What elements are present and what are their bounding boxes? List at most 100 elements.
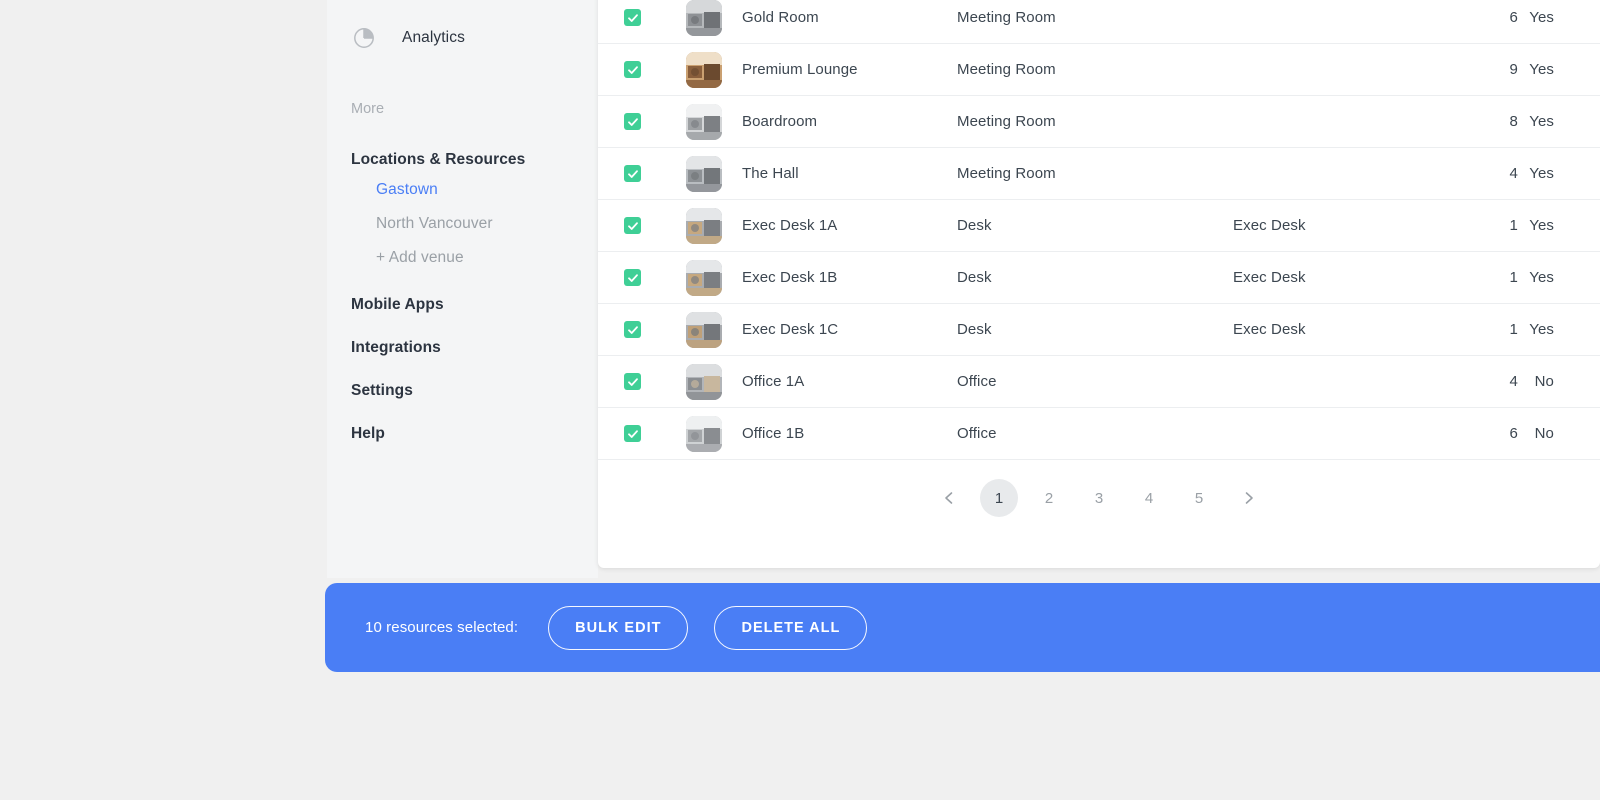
resource-bookable: Yes xyxy=(1529,61,1554,78)
row-checkbox-cell[interactable] xyxy=(598,425,686,442)
sidebar-item-settings[interactable]: Settings xyxy=(327,378,598,404)
resource-name: Exec Desk 1B xyxy=(742,269,838,286)
table-row[interactable]: Premium Lounge Meeting Room 9 Yes xyxy=(598,44,1600,96)
table-row[interactable]: Gold Room Meeting Room 6 Yes xyxy=(598,0,1600,44)
row-checkbox[interactable] xyxy=(624,61,641,78)
row-thumbnail-cell xyxy=(686,0,742,36)
resource-thumbnail xyxy=(686,415,722,452)
resource-thumbnail xyxy=(686,103,722,140)
resource-capacity: 9 xyxy=(1509,61,1518,78)
resource-capacity: 4 xyxy=(1509,373,1518,390)
resource-bookable: Yes xyxy=(1529,321,1554,338)
row-checkbox-cell[interactable] xyxy=(598,373,686,390)
row-checkbox[interactable] xyxy=(624,165,641,182)
sidebar-item-invoices[interactable]: Invoices xyxy=(327,0,598,12)
resource-thumbnail xyxy=(686,155,722,192)
resource-name: Exec Desk 1C xyxy=(742,321,839,338)
sidebar-item-gastown[interactable]: Gastown xyxy=(327,173,598,207)
sidebar-group-locations-resources: Locations & Resources xyxy=(351,151,526,168)
resources-card: Oceanview RoomMeeting Room8YesGold RoomM… xyxy=(598,0,1600,568)
chevron-left-icon[interactable] xyxy=(930,479,968,517)
row-thumbnail-cell xyxy=(686,415,742,452)
row-checkbox[interactable] xyxy=(624,9,641,26)
resource-thumbnail xyxy=(686,51,722,88)
row-checkbox[interactable] xyxy=(624,425,641,442)
resource-bookable: No xyxy=(1534,373,1554,390)
resources-table: Oceanview RoomMeeting Room8YesGold RoomM… xyxy=(598,0,1600,460)
row-thumbnail-cell xyxy=(686,51,742,88)
selected-count-label: 10 resources selected: xyxy=(365,619,519,636)
pie-chart-icon xyxy=(351,25,377,51)
chevron-right-icon[interactable] xyxy=(1230,479,1268,517)
resource-name: Gold Room xyxy=(742,9,819,26)
resource-bookable: Yes xyxy=(1529,269,1554,286)
resource-type: Meeting Room xyxy=(957,165,1056,182)
sidebar-item-help[interactable]: Help xyxy=(327,421,598,447)
row-checkbox-cell[interactable] xyxy=(598,269,686,286)
resource-type: Meeting Room xyxy=(957,9,1056,26)
resource-name: Boardroom xyxy=(742,113,818,130)
row-thumbnail-cell xyxy=(686,207,742,244)
row-checkbox[interactable] xyxy=(624,269,641,286)
row-thumbnail-cell xyxy=(686,311,742,348)
table-row[interactable]: Boardroom Meeting Room 8 Yes xyxy=(598,96,1600,148)
resource-bookable: No xyxy=(1534,425,1554,442)
resource-thumbnail xyxy=(686,259,722,296)
resource-subtype: Exec Desk xyxy=(1233,321,1306,338)
resource-thumbnail xyxy=(686,207,722,244)
row-checkbox-cell[interactable] xyxy=(598,61,686,78)
page-button-5[interactable]: 5 xyxy=(1180,479,1218,517)
resource-thumbnail xyxy=(686,311,722,348)
resource-capacity: 8 xyxy=(1509,113,1518,130)
resource-type: Office xyxy=(957,425,997,442)
sidebar-section-more: More xyxy=(351,101,385,117)
resource-bookable: Yes xyxy=(1529,165,1554,182)
page-button-3[interactable]: 3 xyxy=(1080,479,1118,517)
sidebar-item-analytics[interactable]: Analytics xyxy=(327,12,598,64)
bulk-edit-button[interactable]: BULK EDIT xyxy=(548,605,689,650)
row-checkbox-cell[interactable] xyxy=(598,113,686,130)
sidebar-item-mobile-apps[interactable]: Mobile Apps xyxy=(327,292,598,318)
row-checkbox-cell[interactable] xyxy=(598,165,686,182)
row-checkbox-cell[interactable] xyxy=(598,9,686,26)
sidebar-item-north-vancouver[interactable]: North Vancouver xyxy=(327,207,598,241)
row-checkbox[interactable] xyxy=(624,113,641,130)
resource-subtype: Exec Desk xyxy=(1233,217,1306,234)
resource-type: Meeting Room xyxy=(957,61,1056,78)
row-checkbox[interactable] xyxy=(624,217,641,234)
row-checkbox-cell[interactable] xyxy=(598,217,686,234)
sidebar-item-integrations[interactable]: Integrations xyxy=(327,335,598,361)
page-button-2[interactable]: 2 xyxy=(1030,479,1068,517)
sidebar-item-add-venue[interactable]: + Add venue xyxy=(327,241,598,275)
row-thumbnail-cell xyxy=(686,363,742,400)
resource-type: Office xyxy=(957,373,997,390)
row-checkbox[interactable] xyxy=(624,373,641,390)
resource-name: The Hall xyxy=(742,165,799,182)
row-thumbnail-cell xyxy=(686,259,742,296)
table-row[interactable]: The Hall Meeting Room 4 Yes xyxy=(598,148,1600,200)
resource-bookable: Yes xyxy=(1529,217,1554,234)
table-row[interactable]: Office 1A Office 4 No xyxy=(598,356,1600,408)
page-button-4[interactable]: 4 xyxy=(1130,479,1168,517)
table-row[interactable]: Exec Desk 1C Desk Exec Desk 1 Yes xyxy=(598,304,1600,356)
table-row[interactable]: Exec Desk 1A Desk Exec Desk 1 Yes xyxy=(598,200,1600,252)
page-button-1[interactable]: 1 xyxy=(980,479,1018,517)
row-thumbnail-cell xyxy=(686,155,742,192)
row-thumbnail-cell xyxy=(686,103,742,140)
resource-capacity: 1 xyxy=(1509,217,1518,234)
resource-thumbnail xyxy=(686,363,722,400)
resource-type: Desk xyxy=(957,269,992,286)
table-row[interactable]: Office 1B Office 6 No xyxy=(598,408,1600,460)
resource-type: Meeting Room xyxy=(957,113,1056,130)
resource-capacity: 4 xyxy=(1509,165,1518,182)
resource-capacity: 6 xyxy=(1509,425,1518,442)
row-checkbox-cell[interactable] xyxy=(598,321,686,338)
resource-capacity: 6 xyxy=(1509,9,1518,26)
resource-name: Office 1A xyxy=(742,373,805,390)
resource-type: Desk xyxy=(957,217,992,234)
resource-name: Exec Desk 1A xyxy=(742,217,838,234)
sidebar: Invoices Analytics More Locations & Reso… xyxy=(327,0,598,578)
delete-all-button[interactable]: DELETE ALL xyxy=(714,605,868,650)
row-checkbox[interactable] xyxy=(624,321,641,338)
table-row[interactable]: Exec Desk 1B Desk Exec Desk 1 Yes xyxy=(598,252,1600,304)
